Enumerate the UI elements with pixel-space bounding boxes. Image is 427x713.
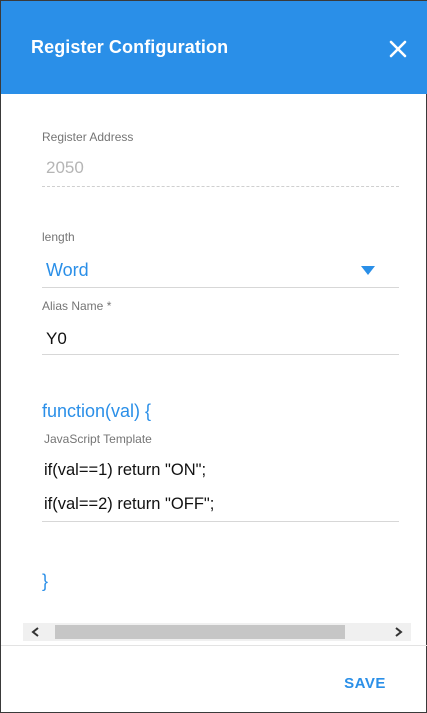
register-address-divider bbox=[42, 186, 399, 187]
length-select[interactable]: Word bbox=[42, 255, 399, 288]
save-button[interactable]: SAVE bbox=[327, 669, 403, 699]
footer-divider bbox=[1, 645, 427, 646]
length-label: length bbox=[42, 230, 75, 244]
alias-name-value: Y0 bbox=[46, 329, 67, 348]
function-open-text: function(val) { bbox=[42, 401, 152, 421]
dropdown-arrow-icon bbox=[361, 266, 375, 275]
horizontal-scrollbar[interactable] bbox=[23, 623, 411, 641]
scroll-right-button[interactable] bbox=[385, 623, 411, 641]
javascript-template-editor[interactable]: if(val==1) return "ON"; if(val==2) retur… bbox=[42, 453, 399, 521]
register-address-value: 2050 bbox=[46, 158, 84, 177]
dialog-header: Register Configuration bbox=[1, 1, 427, 94]
chevron-right-icon bbox=[395, 627, 403, 637]
close-button[interactable] bbox=[383, 34, 413, 64]
dialog-title: Register Configuration bbox=[31, 37, 229, 57]
close-icon bbox=[389, 40, 407, 58]
javascript-template-label: JavaScript Template bbox=[44, 432, 152, 446]
alias-name-divider bbox=[42, 354, 399, 355]
length-divider bbox=[42, 287, 399, 288]
scrollbar-thumb[interactable] bbox=[55, 625, 345, 639]
function-close-text: } bbox=[42, 571, 49, 591]
scroll-left-button[interactable] bbox=[23, 623, 49, 641]
code-line-2: if(val==2) return "OFF"; bbox=[44, 495, 215, 513]
register-address-label: Register Address bbox=[42, 130, 134, 144]
chevron-left-icon bbox=[31, 627, 39, 637]
length-selected-value: Word bbox=[46, 260, 89, 280]
register-configuration-dialog: Register Configuration Register Address … bbox=[0, 0, 427, 713]
alias-name-label: Alias Name * bbox=[42, 299, 112, 313]
javascript-template-divider bbox=[42, 521, 399, 522]
code-line-1: if(val==1) return "ON"; bbox=[44, 461, 207, 479]
alias-name-input[interactable]: Y0 bbox=[42, 321, 399, 355]
